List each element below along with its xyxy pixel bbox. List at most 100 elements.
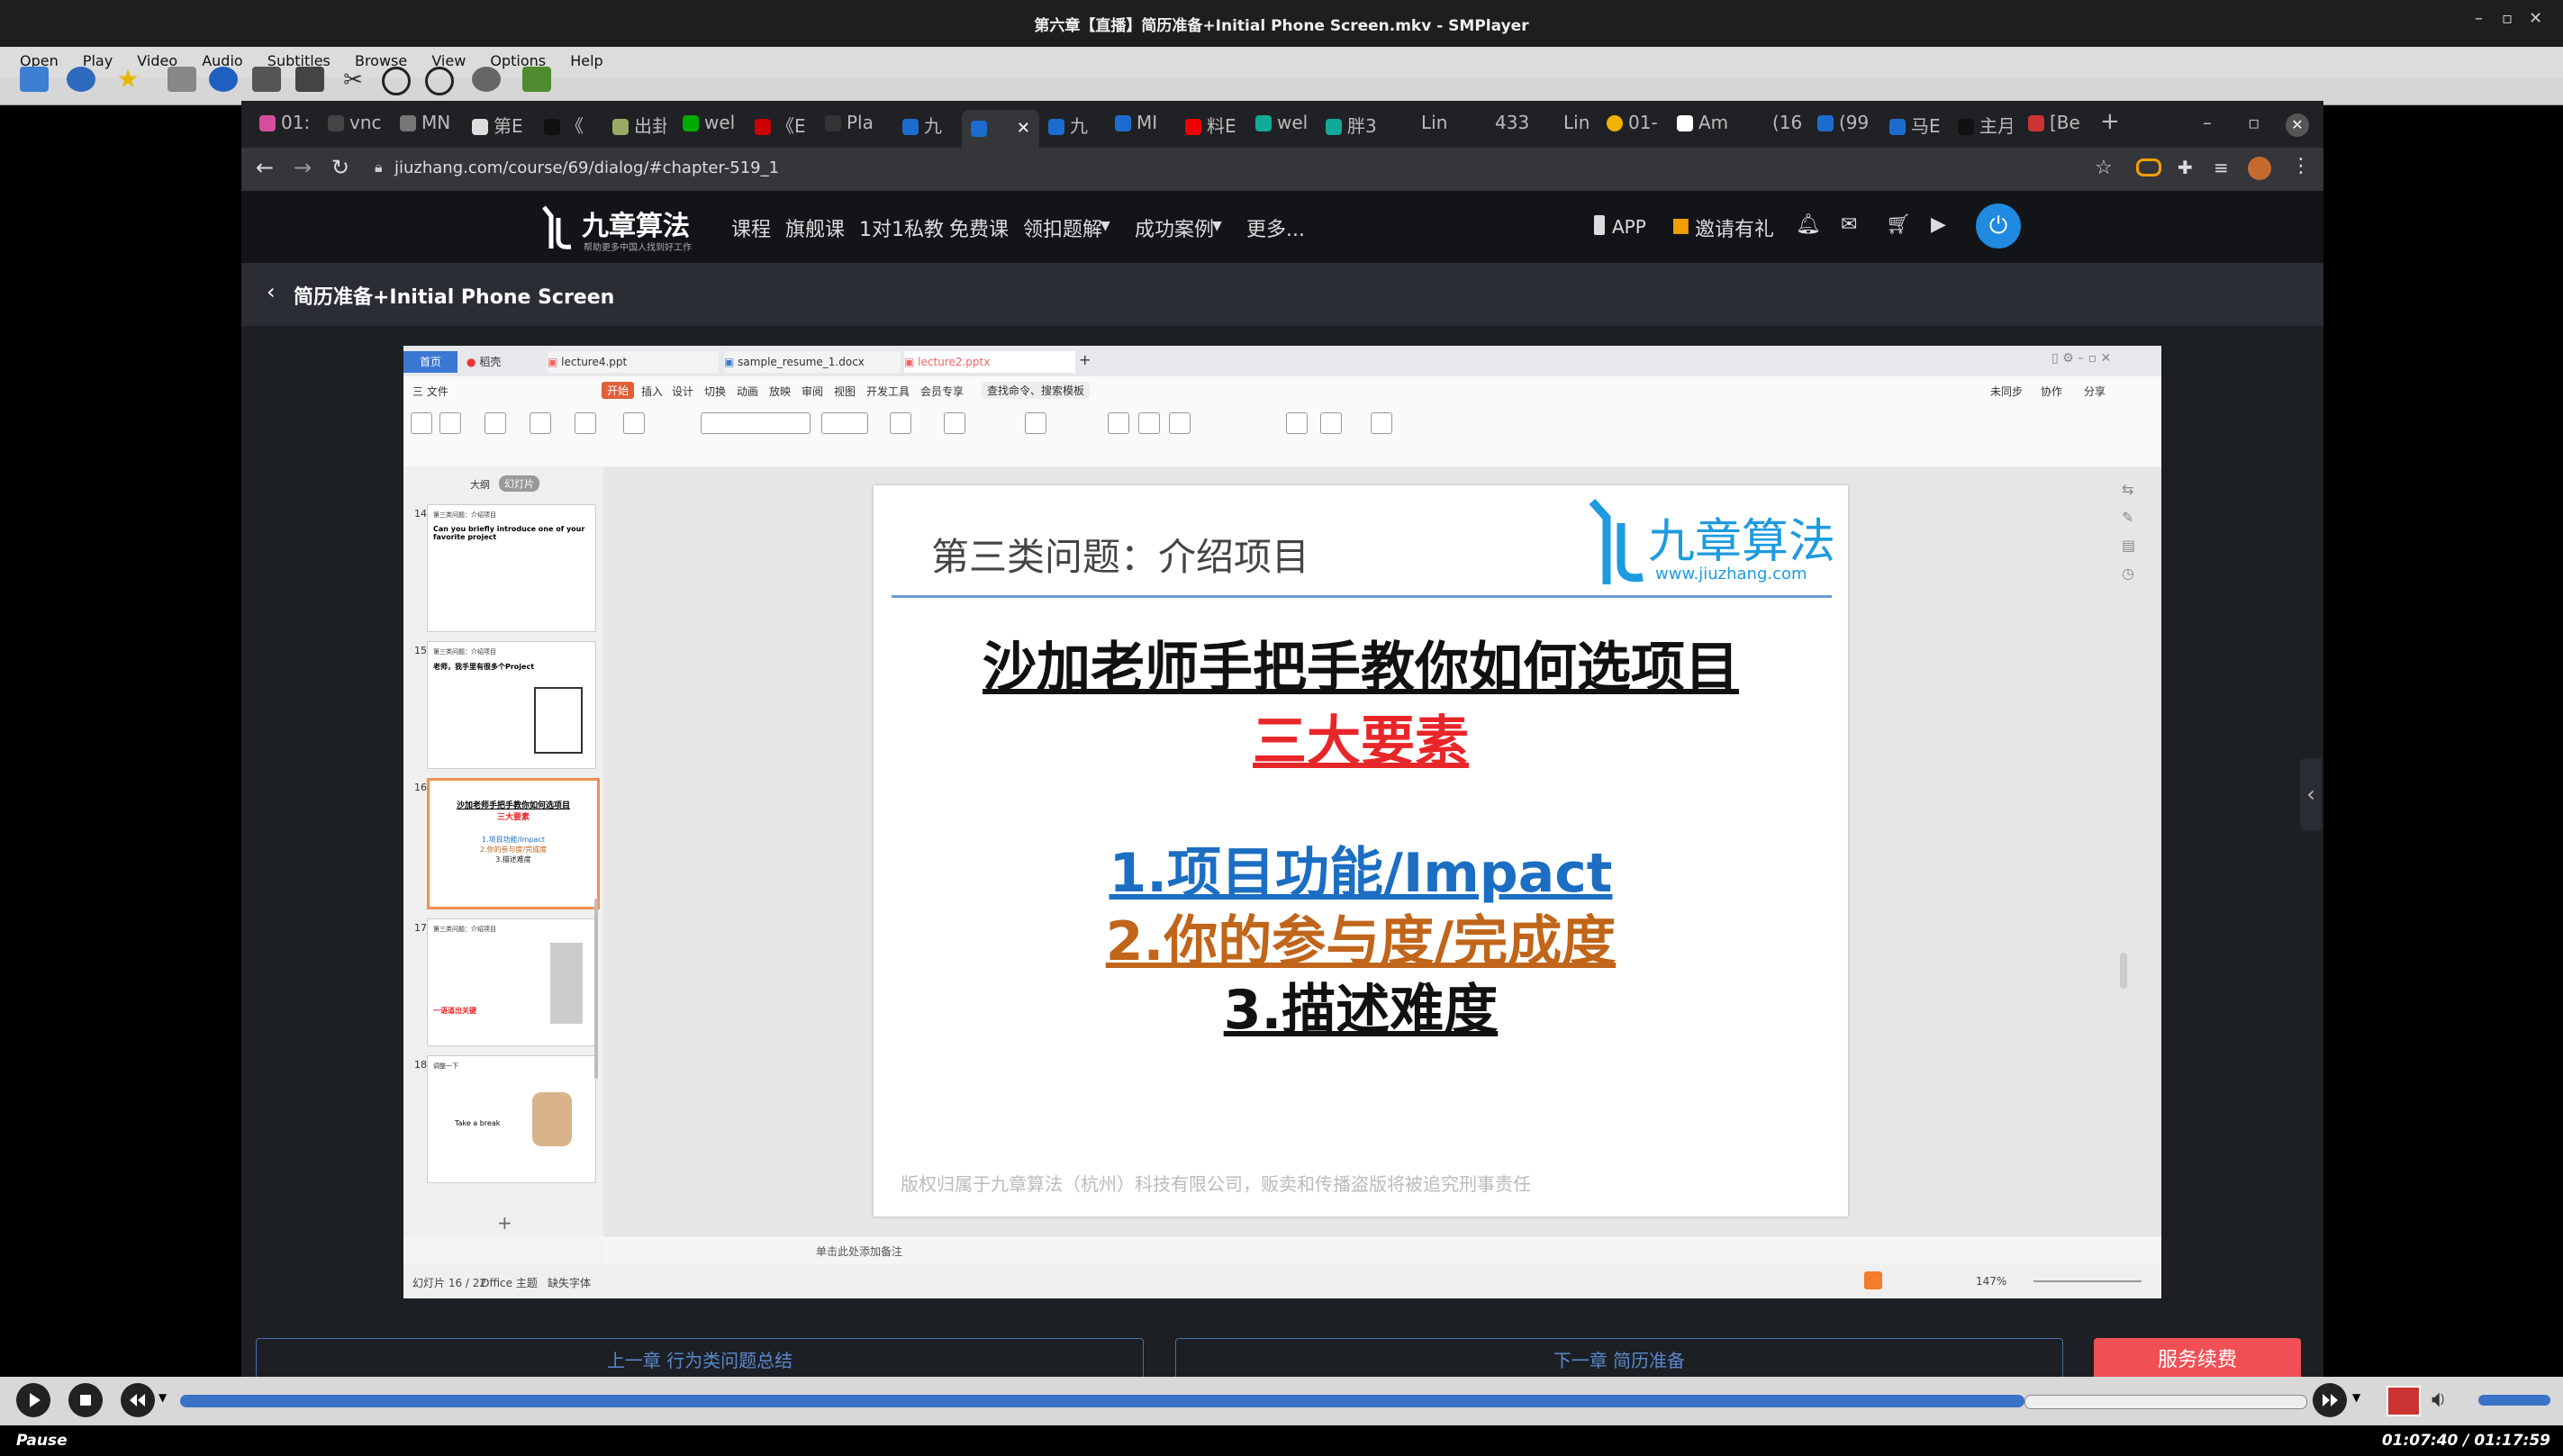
ppt-menu-transition[interactable]: 切换 xyxy=(704,384,726,399)
screenshot-icon[interactable] xyxy=(168,67,196,92)
tab-12[interactable]: 料E xyxy=(1185,112,1239,140)
minimize-icon[interactable]: – xyxy=(2475,9,2483,28)
power-icon[interactable]: ⏻ xyxy=(1976,203,2021,249)
font-family-select[interactable] xyxy=(701,412,811,434)
ppt-menu-animation[interactable]: 动画 xyxy=(737,384,758,399)
current-slide[interactable]: 第三类问题：介绍项目 九章算法 www.jiuzhang.com 沙加老师手把手… xyxy=(874,485,1848,1216)
chevron-down-icon[interactable]: ▼ xyxy=(1100,219,1110,233)
tab-13[interactable]: wel xyxy=(1255,112,1309,140)
nav-flagship[interactable]: 旗舰课 xyxy=(785,213,845,242)
tab-8[interactable]: Pla xyxy=(825,112,888,140)
slides-tab[interactable]: 幻灯片 xyxy=(499,475,539,492)
ppt-search-command[interactable]: 查找命令、搜索模板 xyxy=(982,382,1091,399)
slide-thumb-16-selected[interactable]: 沙加老师手把手教你如何选项目 三大要素 1.项目功能/Impact 2.你的参与… xyxy=(427,778,600,909)
rewind-menu-icon[interactable]: ▼ xyxy=(158,1391,167,1404)
paste-icon[interactable] xyxy=(411,412,432,434)
presenter-tools-icon[interactable] xyxy=(1286,412,1308,434)
ppt-menu-insert[interactable]: 插入 xyxy=(641,384,663,399)
tab-21[interactable]: (99 xyxy=(1817,112,1871,140)
ppt-collaborate[interactable]: 协作 xyxy=(2041,384,2062,399)
text-direction-icon[interactable] xyxy=(1025,412,1046,434)
ppt-unsynced[interactable]: 未同步 xyxy=(1990,384,2023,399)
browser-close-icon[interactable]: ✕ xyxy=(2286,113,2309,137)
next-icon[interactable] xyxy=(425,67,454,95)
tab-2[interactable]: MN xyxy=(400,112,454,140)
nav-success[interactable]: 成功案例 xyxy=(1135,213,1214,242)
slide-thumb-18[interactable]: 调整一下 Take a break xyxy=(427,1055,596,1183)
back-icon[interactable]: ← xyxy=(256,155,274,180)
reading-list-icon[interactable]: ≡ xyxy=(2214,157,2229,178)
tab-19[interactable]: Am xyxy=(1677,112,1731,140)
side-tool-icon[interactable]: ⇆ xyxy=(2122,481,2149,498)
url-field[interactable]: jiuzhang.com/course/69/dialog/#chapter-5… xyxy=(394,158,779,177)
tab-3[interactable]: 第E xyxy=(472,112,526,140)
browser-minimize-icon[interactable]: – xyxy=(2203,112,2221,140)
seek-bar[interactable] xyxy=(180,1395,2024,1407)
message-icon[interactable]: ✉ xyxy=(1841,213,1857,236)
extension-icon[interactable] xyxy=(2136,158,2161,176)
new-tab-icon[interactable]: + xyxy=(2100,108,2127,137)
tab-10[interactable]: 九 xyxy=(1048,112,1102,140)
pan-scan-icon[interactable] xyxy=(472,67,501,92)
cart-icon[interactable]: 🛒︎ xyxy=(1886,213,1911,236)
side-tool-icon[interactable]: ✎ xyxy=(2122,509,2149,526)
playlist-icon[interactable] xyxy=(252,67,281,92)
info-icon[interactable] xyxy=(209,67,238,92)
open-url-icon[interactable] xyxy=(67,67,95,92)
bullet-list-icon[interactable] xyxy=(890,412,911,434)
layout-icon[interactable] xyxy=(623,412,645,434)
numbered-list-icon[interactable] xyxy=(944,412,965,434)
app-link[interactable]: APP xyxy=(1612,216,1646,238)
bell-icon[interactable]: 🔔︎ xyxy=(1796,213,1821,236)
reload-icon[interactable]: ↻ xyxy=(331,155,349,180)
gift-icon[interactable]: ■ xyxy=(1671,214,1690,237)
shape-icon[interactable] xyxy=(1138,412,1160,434)
favorites-icon[interactable]: ★ xyxy=(113,67,142,92)
forward-icon[interactable] xyxy=(2313,1383,2347,1417)
side-tool-icon[interactable]: ▤ xyxy=(2122,537,2149,554)
fullscreen-icon[interactable] xyxy=(2386,1386,2421,1416)
maximize-icon[interactable]: ▫ xyxy=(2502,9,2513,28)
tab-1[interactable]: vnc xyxy=(328,112,382,140)
format-painter-icon[interactable] xyxy=(485,412,506,434)
equalizer-icon[interactable] xyxy=(295,67,324,92)
site-logo-icon[interactable] xyxy=(539,203,575,250)
tab-11[interactable]: MI xyxy=(1115,112,1169,140)
stop-icon[interactable] xyxy=(68,1383,103,1417)
slide-thumb-17[interactable]: 第三类问题：介绍项目 一语道出关键 xyxy=(427,918,596,1046)
select-icon[interactable] xyxy=(1371,412,1392,434)
menu-kebab-icon[interactable]: ⋮ xyxy=(2291,155,2311,177)
lock-icon[interactable]: 🔒︎ xyxy=(375,158,383,176)
tab-22[interactable]: 马E xyxy=(1889,112,1943,140)
ppt-menu-member[interactable]: 会员专享 xyxy=(920,384,964,399)
chevron-down-icon[interactable]: ▼ xyxy=(1212,219,1222,233)
tab-17[interactable]: Lin xyxy=(1563,112,1599,140)
ppt-tab-resume[interactable]: ▣ sample_resume_1.docx xyxy=(724,351,901,373)
ppt-menu-view[interactable]: 视图 xyxy=(834,384,856,399)
invite-link[interactable]: 邀请有礼 xyxy=(1695,213,1774,242)
slide-thumb-15[interactable]: 第三类问题：介绍项目 老师，我手里有很多个Project xyxy=(427,641,596,769)
avatar[interactable] xyxy=(2248,157,2271,180)
tab-6[interactable]: wel xyxy=(683,112,737,140)
textbox-icon[interactable] xyxy=(1108,412,1129,434)
ppt-new-tab-icon[interactable]: + xyxy=(1079,351,1097,373)
tab-5[interactable]: 出卦 xyxy=(612,112,666,140)
play-slideshow-icon[interactable] xyxy=(1864,1271,1882,1289)
previous-icon[interactable] xyxy=(382,67,411,95)
zoom-level[interactable]: 147% xyxy=(1976,1275,2006,1288)
ppt-menu-slideshow[interactable]: 放映 xyxy=(769,384,791,399)
volume-icon[interactable]: 🔉︎ xyxy=(2432,1386,2446,1414)
tab-14[interactable]: 胖3 xyxy=(1326,112,1380,140)
tab-16[interactable]: 433 xyxy=(1495,112,1531,140)
nav-private[interactable]: 1对1私教 xyxy=(859,213,944,242)
font-size-select[interactable] xyxy=(821,412,868,434)
missing-font[interactable]: 缺失字体 xyxy=(548,1275,591,1290)
forward-menu-icon[interactable]: ▼ xyxy=(2352,1391,2360,1404)
tab-0[interactable]: 01: xyxy=(259,112,313,140)
volume-slider[interactable] xyxy=(2478,1395,2550,1406)
tab-15[interactable]: Lin xyxy=(1421,112,1457,140)
thumb-scrollbar[interactable] xyxy=(594,899,598,1079)
play-icon[interactable] xyxy=(16,1383,50,1417)
forward-icon[interactable]: → xyxy=(294,155,312,180)
nav-courses[interactable]: 课程 xyxy=(731,213,771,242)
